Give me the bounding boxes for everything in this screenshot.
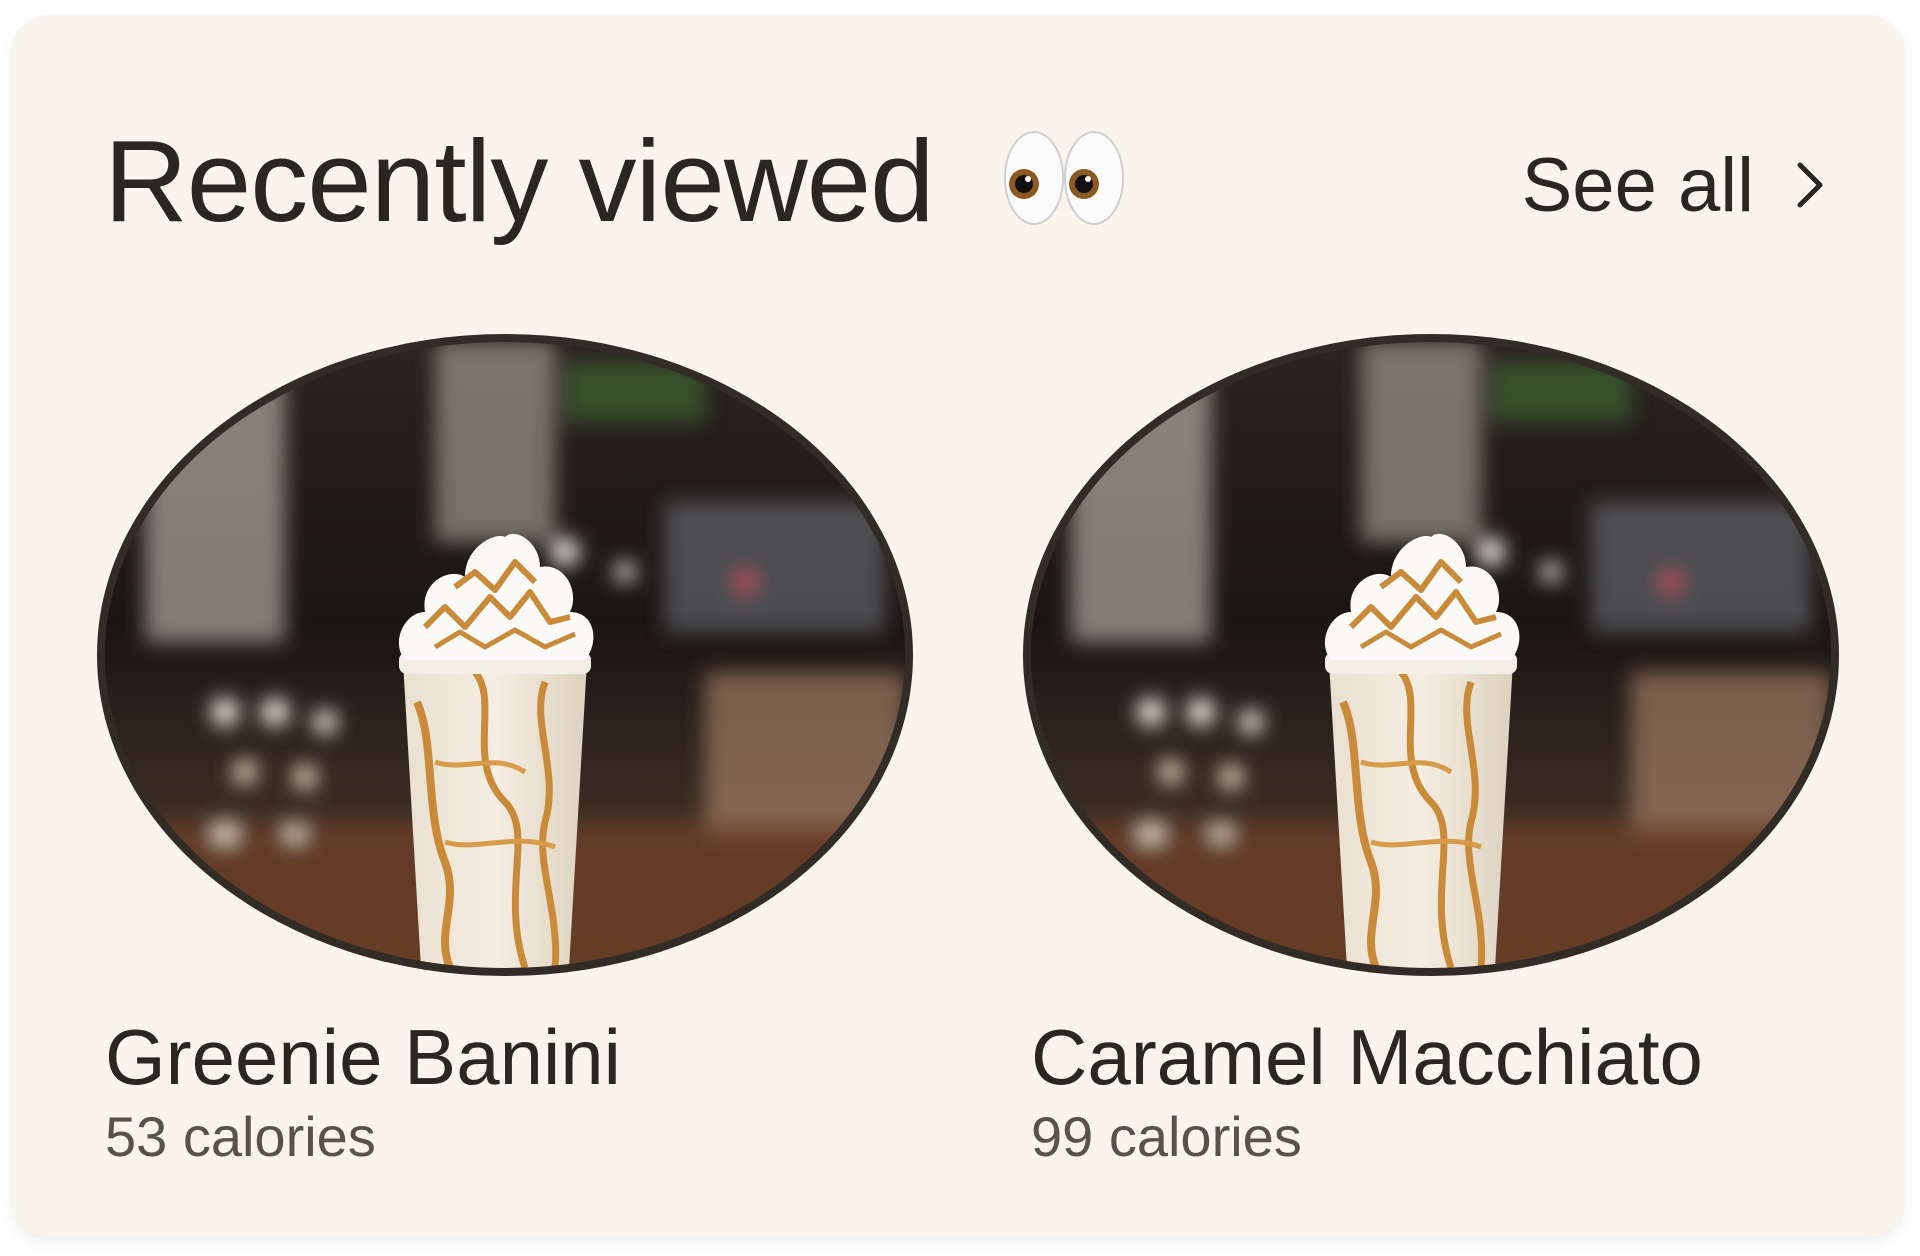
section-header: Recently viewed See all [94, 104, 1826, 246]
eyes-emoji-icon [1004, 131, 1124, 225]
drink-image[interactable] [97, 334, 913, 976]
drink-card[interactable]: Caramel Macchiato 99 calories [1023, 334, 1839, 1168]
drink-name: Greenie Banini [105, 1013, 621, 1101]
drink-calories: 53 calories [105, 1105, 376, 1168]
recently-viewed-card: Recently viewed See all Greenie Banini 5… [12, 16, 1904, 1238]
see-all-link[interactable]: See all [1522, 140, 1826, 230]
chevron-right-icon [1797, 162, 1823, 208]
section-title: Recently viewed [104, 116, 935, 246]
drink-image[interactable] [1023, 334, 1839, 976]
drink-calories: 99 calories [1031, 1105, 1302, 1168]
caramel-frappuccino-photo [1031, 342, 1831, 968]
see-all-label: See all [1521, 142, 1754, 228]
drink-card[interactable]: Greenie Banini 53 calories [97, 334, 913, 1168]
caramel-frappuccino-photo [105, 342, 905, 968]
drink-name: Caramel Macchiato [1031, 1013, 1703, 1101]
